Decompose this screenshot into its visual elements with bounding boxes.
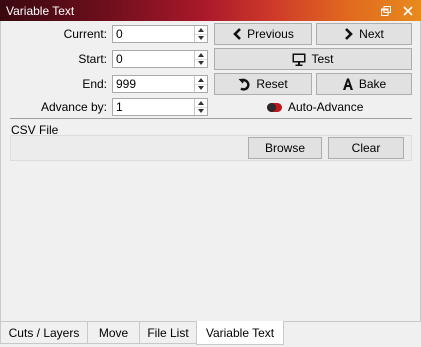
clear-label: Clear [351,141,381,155]
window-titlebar: Variable Text [0,0,421,21]
current-spin-arrows[interactable] [194,26,207,42]
end-value[interactable]: 999 [113,76,194,92]
close-icon[interactable] [399,2,417,19]
advance-by-value[interactable]: 1 [113,99,194,115]
tab-variable-text[interactable]: Variable Text [196,321,284,345]
tab-file-list[interactable]: File List [139,322,197,344]
spin-up-icon[interactable] [195,76,207,84]
tab-cuts-layers[interactable]: Cuts / Layers [0,322,88,344]
end-label: End: [82,77,107,91]
end-spin-arrows[interactable] [194,76,207,92]
start-spin-arrows[interactable] [194,51,207,67]
clear-button[interactable]: Clear [328,137,404,159]
current-label: Current: [63,27,107,41]
float-window-icon[interactable] [377,2,395,19]
spin-up-icon[interactable] [195,26,207,34]
end-spinbox[interactable]: 999 [112,75,208,93]
auto-advance-label: Auto-Advance [288,100,364,114]
reset-label: Reset [256,77,288,91]
spin-up-icon[interactable] [195,51,207,59]
advance-by-label: Advance by: [40,100,107,114]
spin-down-icon[interactable] [195,83,207,93]
next-button[interactable]: Next [316,23,412,45]
spin-down-icon[interactable] [195,33,207,43]
next-label: Next [359,27,384,41]
divider [10,118,412,119]
monitor-icon [292,53,306,66]
letter-a-icon [342,78,354,90]
start-value[interactable]: 0 [113,51,194,67]
window-title: Variable Text [6,3,75,18]
advance-by-spinbox[interactable]: 1 [112,98,208,116]
test-label: Test [311,52,334,66]
tab-label: Cuts / Layers [8,325,80,340]
previous-button[interactable]: Previous [214,23,312,45]
previous-label: Previous [247,27,294,41]
bottom-tab-bar: Cuts / Layers Move File List Variable Te… [0,321,421,347]
bake-button[interactable]: Bake [316,73,412,95]
spin-down-icon[interactable] [195,58,207,68]
variable-text-panel: Current: 0 Start: 0 End: 999 Advance by:… [0,21,421,321]
browse-button[interactable]: Browse [248,137,322,159]
toggle-knob [267,102,276,112]
test-button[interactable]: Test [214,48,412,70]
spin-down-icon[interactable] [195,106,207,116]
tab-label: File List [147,325,189,340]
advance-by-spin-arrows[interactable] [194,99,207,115]
current-value[interactable]: 0 [113,26,194,42]
auto-advance-toggle[interactable]: Auto-Advance [267,99,363,115]
browse-label: Browse [264,141,305,155]
tab-label: Variable Text [205,325,275,340]
bake-label: Bake [358,77,387,91]
reset-button[interactable]: Reset [214,73,312,95]
reset-arrow-icon [238,78,251,91]
start-label: Start: [78,52,107,66]
chevron-left-icon [232,28,242,40]
start-spinbox[interactable]: 0 [112,50,208,68]
toggle-switch-icon[interactable] [267,102,282,112]
chevron-right-icon [344,28,354,40]
tab-label: Move [98,325,129,340]
tab-move[interactable]: Move [87,322,140,344]
current-spinbox[interactable]: 0 [112,25,208,43]
spin-up-icon[interactable] [195,99,207,107]
